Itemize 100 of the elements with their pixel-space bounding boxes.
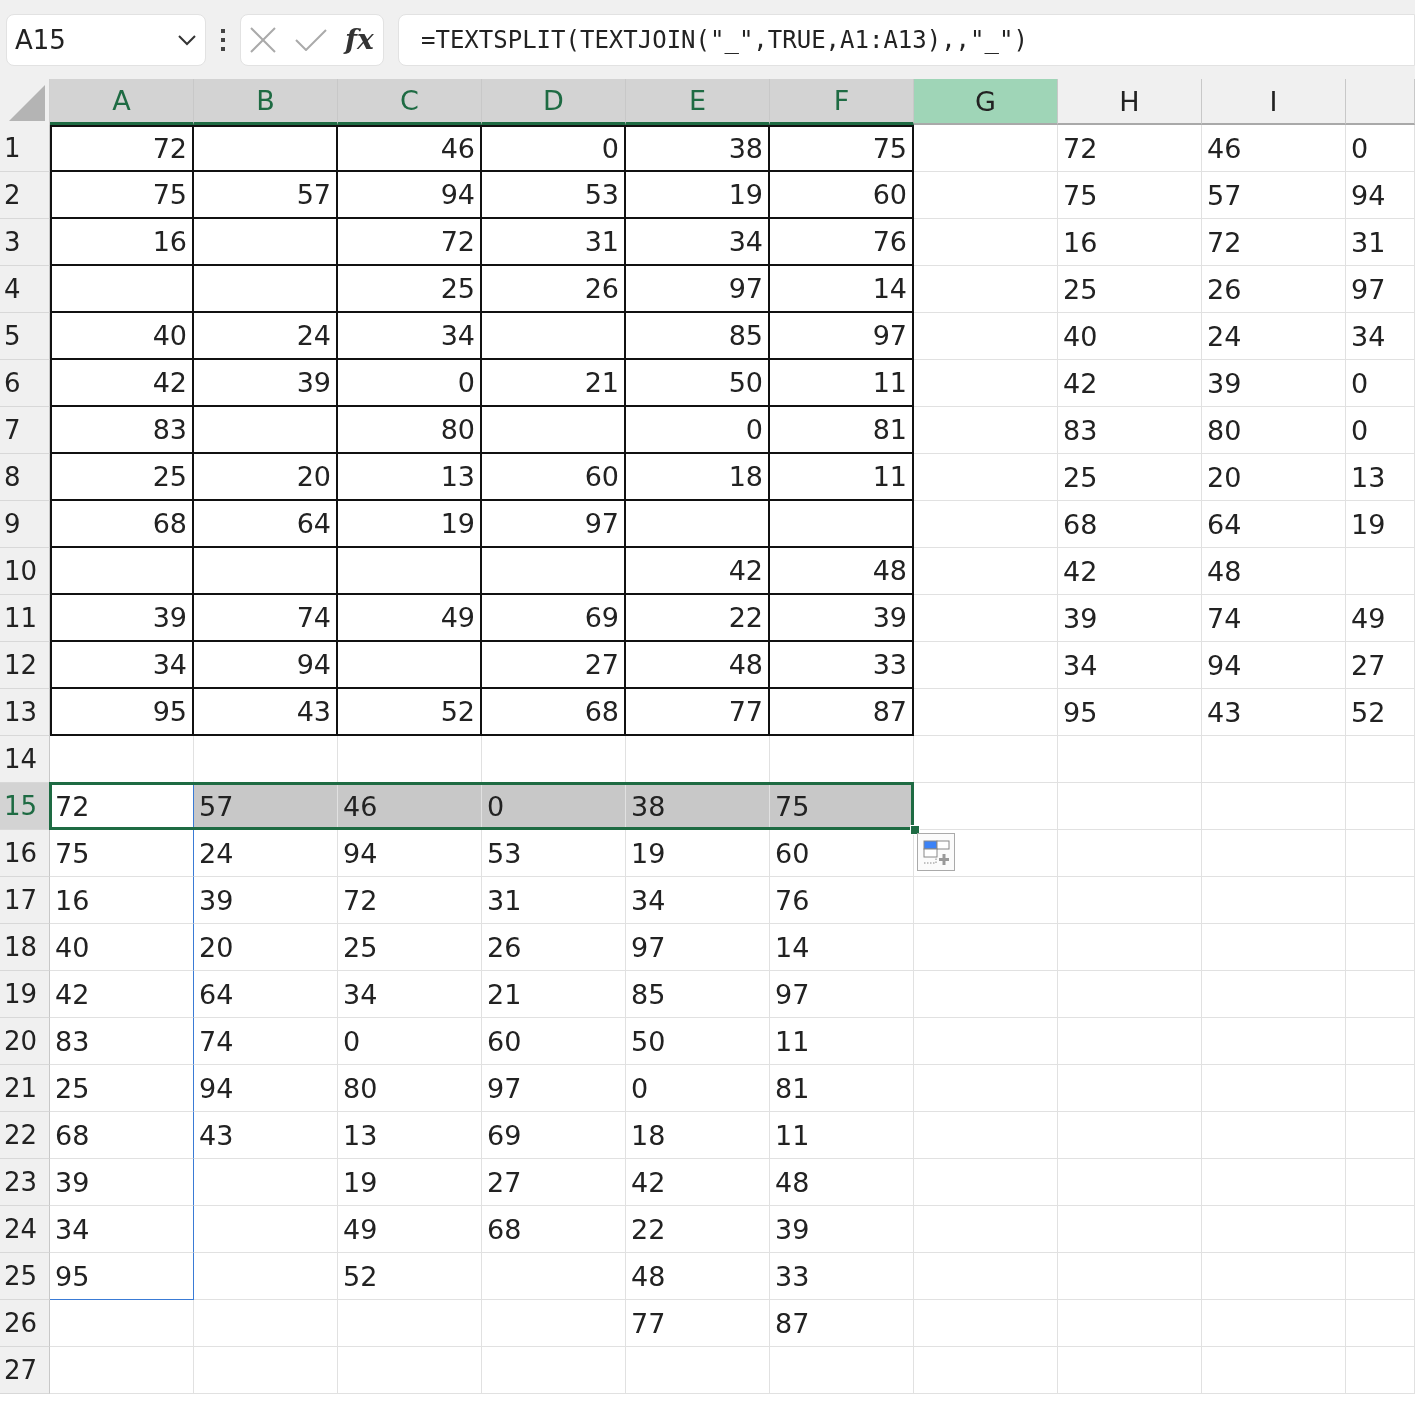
row-header[interactable]: 6 xyxy=(0,360,50,407)
table-cell: 18 xyxy=(626,1112,770,1159)
row-header[interactable]: 22 xyxy=(0,1112,50,1159)
table-cell: 13 xyxy=(338,454,482,501)
table-cell: 19 xyxy=(626,172,770,219)
row-header[interactable]: 2 xyxy=(0,172,50,219)
table-cell: 85 xyxy=(626,971,770,1018)
row-header[interactable]: 27 xyxy=(0,1347,50,1394)
table-cell: 68 xyxy=(1058,501,1202,548)
table-cell: 26 xyxy=(482,924,626,971)
table-cell: 49 xyxy=(1346,595,1415,642)
table-cell: 25 xyxy=(50,454,194,501)
name-box[interactable]: A15 xyxy=(6,13,206,66)
row-header[interactable]: 1 xyxy=(0,125,50,172)
table-cell: 11 xyxy=(770,1112,914,1159)
row-header[interactable]: 9 xyxy=(0,501,50,548)
table-cell: 22 xyxy=(626,1206,770,1253)
table-cell: 74 xyxy=(194,1018,338,1065)
table-cell: 97 xyxy=(482,1065,626,1112)
column-header[interactable]: I xyxy=(1202,79,1346,125)
table-cell: 11 xyxy=(770,1018,914,1065)
formula-field[interactable]: =TEXTSPLIT(TEXTJOIN("_",TRUE,A1:A13),,"_") xyxy=(398,13,1415,66)
paste-options-button[interactable] xyxy=(917,833,955,871)
table-cell: 0 xyxy=(482,125,626,172)
row-header[interactable]: 12 xyxy=(0,642,50,689)
row-header[interactable]: 13 xyxy=(0,689,50,736)
table-cell: 34 xyxy=(1058,642,1202,689)
table-cell: 97 xyxy=(482,501,626,548)
row-header[interactable]: 17 xyxy=(0,877,50,924)
table-cell: 27 xyxy=(482,642,626,689)
row-header[interactable]: 20 xyxy=(0,1018,50,1065)
chevron-down-icon[interactable] xyxy=(177,33,197,46)
column-header[interactable]: G xyxy=(914,79,1058,125)
row-header[interactable]: 23 xyxy=(0,1159,50,1206)
table-cell: 72 xyxy=(1058,125,1202,172)
row-header[interactable]: 7 xyxy=(0,407,50,454)
table-cell: 20 xyxy=(194,454,338,501)
row-header[interactable]: 16 xyxy=(0,830,50,877)
table-cell: 52 xyxy=(338,1253,482,1300)
table-cell xyxy=(1346,830,1415,877)
table-cell: 97 xyxy=(770,971,914,1018)
row-header[interactable]: 19 xyxy=(0,971,50,1018)
table-cell: 0 xyxy=(1346,360,1415,407)
table-cell: 22 xyxy=(626,595,770,642)
table-cell: 31 xyxy=(1346,219,1415,266)
column-header[interactable] xyxy=(1346,79,1415,125)
row-header[interactable]: 18 xyxy=(0,924,50,971)
column-header[interactable]: F xyxy=(770,79,914,125)
cancel-icon[interactable] xyxy=(250,26,277,53)
table-cell: 68 xyxy=(482,689,626,736)
table-cell: 42 xyxy=(50,360,194,407)
table-cell: 72 xyxy=(50,125,194,172)
table-cell: 94 xyxy=(1346,172,1415,219)
table-cell: 68 xyxy=(50,501,194,548)
table-cell xyxy=(1346,1300,1415,1347)
table-cell: 75 xyxy=(50,172,194,219)
row-header[interactable]: 3 xyxy=(0,219,50,266)
table-cell: 48 xyxy=(626,1253,770,1300)
table-cell: 14 xyxy=(770,924,914,971)
more-options-icon[interactable] xyxy=(220,27,226,52)
row-header[interactable]: 24 xyxy=(0,1206,50,1253)
row-header[interactable]: 15 xyxy=(0,783,50,830)
table-cell: 87 xyxy=(770,689,914,736)
row-header[interactable]: 4 xyxy=(0,266,50,313)
table-cell: 24 xyxy=(1202,313,1346,360)
table-cell: 26 xyxy=(1202,266,1346,313)
table-cell: 0 xyxy=(338,1018,482,1065)
table-cell: 19 xyxy=(338,1159,482,1206)
table-cell: 26 xyxy=(482,266,626,313)
table-cell: 94 xyxy=(338,830,482,877)
table-cell: 52 xyxy=(1346,689,1415,736)
row-header[interactable]: 10 xyxy=(0,548,50,595)
insert-function-button[interactable]: fx xyxy=(345,23,374,56)
column-header[interactable]: C xyxy=(338,79,482,125)
row-header[interactable]: 14 xyxy=(0,736,50,783)
table-cell: 64 xyxy=(194,971,338,1018)
table-cell: 46 xyxy=(338,125,482,172)
row-header[interactable]: 25 xyxy=(0,1253,50,1300)
table-cell: 25 xyxy=(1058,454,1202,501)
table-cell: 24 xyxy=(194,313,338,360)
row-header[interactable]: 8 xyxy=(0,454,50,501)
table-cell: 0 xyxy=(1346,125,1415,172)
row-header[interactable]: 11 xyxy=(0,595,50,642)
table-cell: 21 xyxy=(482,360,626,407)
table-cell xyxy=(1346,971,1415,1018)
table-cell: 60 xyxy=(770,172,914,219)
column-header[interactable]: A xyxy=(50,79,194,125)
row-header[interactable]: 26 xyxy=(0,1300,50,1347)
column-header[interactable]: B xyxy=(194,79,338,125)
column-header[interactable]: H xyxy=(1058,79,1202,125)
row-header[interactable]: 5 xyxy=(0,313,50,360)
row-header[interactable]: 21 xyxy=(0,1065,50,1112)
table-cell: 25 xyxy=(1058,266,1202,313)
column-header[interactable]: E xyxy=(626,79,770,125)
checkmark-icon[interactable] xyxy=(294,28,327,51)
table-cell: 48 xyxy=(1202,548,1346,595)
table-cell: 24 xyxy=(194,830,338,877)
table-cell xyxy=(1346,736,1415,783)
fill-handle[interactable] xyxy=(910,825,920,835)
column-header[interactable]: D xyxy=(482,79,626,125)
